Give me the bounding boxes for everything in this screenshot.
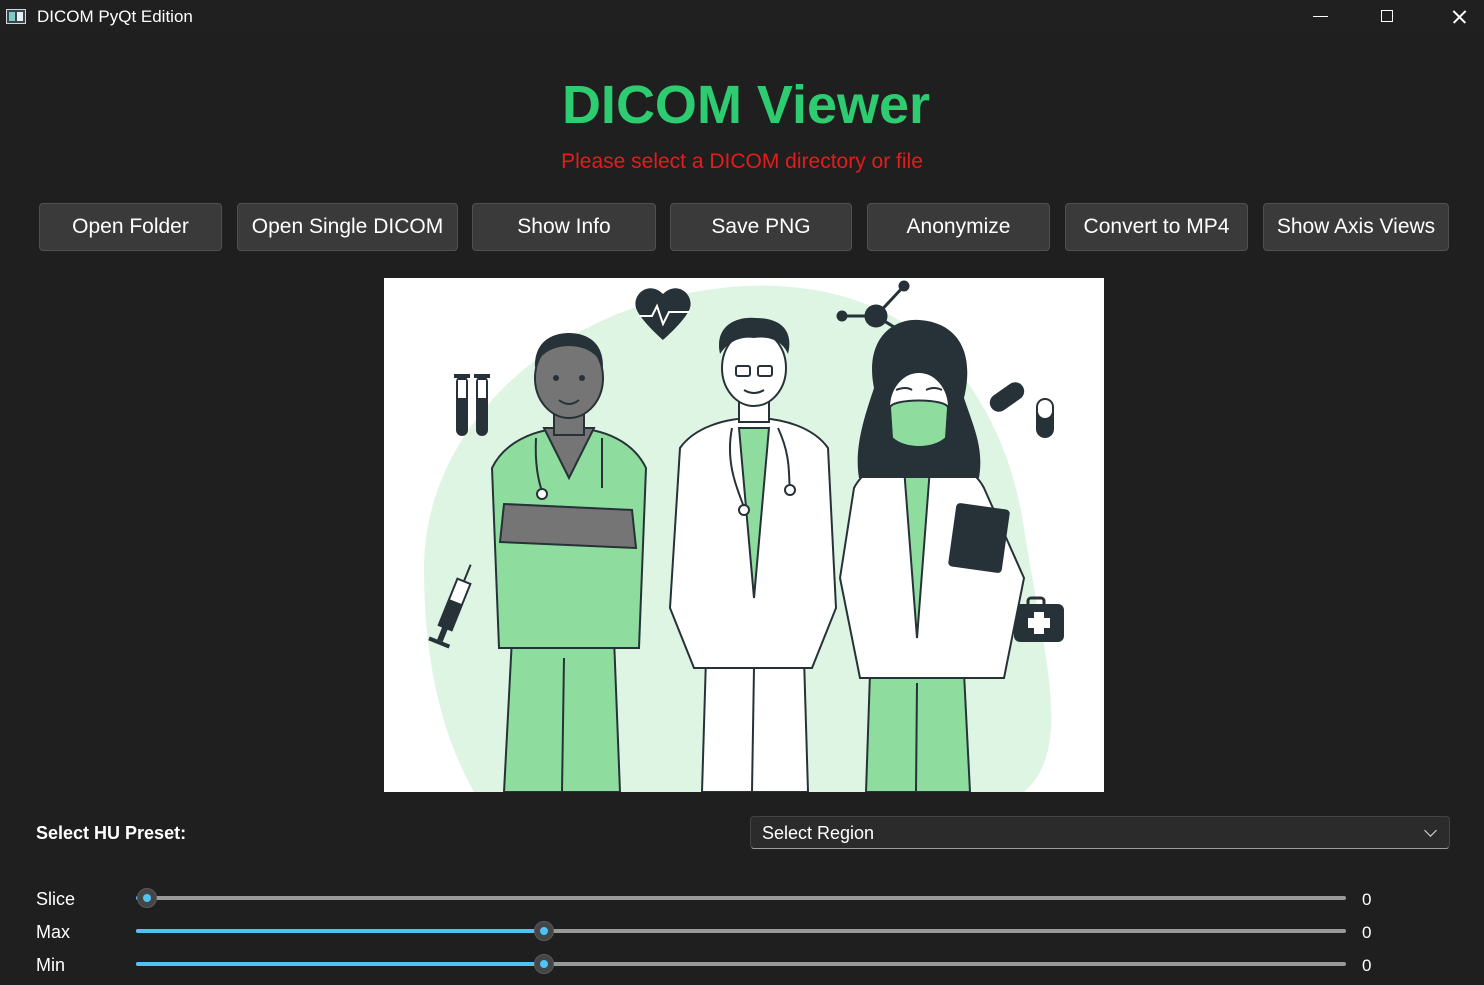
save-png-button[interactable]: Save PNG [670,203,852,251]
min-slider-handle[interactable] [533,954,554,974]
title-bar: DICOM PyQt Edition [0,0,1484,34]
min-slider-fill [136,962,544,966]
max-slider-fill [136,929,544,933]
anonymize-button[interactable]: Anonymize [867,203,1050,251]
open-folder-button[interactable]: Open Folder [39,203,222,251]
medical-staff-illustration [424,280,1064,792]
status-message: Please select a DICOM directory or file [561,150,923,173]
show-info-button[interactable]: Show Info [472,203,656,251]
close-icon[interactable] [1424,0,1484,34]
min-label: Min [36,955,66,975]
first-aid-kit-icon [1014,596,1064,642]
chevron-down-icon [1424,824,1437,837]
slice-value: 0 [1362,890,1372,909]
max-slider[interactable] [136,921,1346,941]
slice-label: Slice [36,889,76,909]
open-single-dicom-button[interactable]: Open Single DICOM [237,203,458,251]
region-dropdown-value: Select Region [762,823,875,843]
hu-preset-label: Select HU Preset: [36,823,187,843]
slice-slider[interactable] [136,888,1346,908]
max-slider-handle[interactable] [533,921,554,941]
minimize-icon[interactable] [1286,0,1354,34]
maximize-icon[interactable] [1354,0,1422,34]
max-value: 0 [1362,923,1372,942]
page-title: DICOM Viewer [561,75,931,135]
pills-icon [989,382,1054,438]
app-icon [6,9,26,24]
main-window: DICOM PyQt Edition DICOM Viewer Please s… [0,0,1484,985]
min-value: 0 [1362,956,1372,975]
image-viewer[interactable] [384,278,1104,792]
slice-slider-handle[interactable] [136,888,157,908]
region-dropdown[interactable]: Select Region [750,816,1450,849]
show-axis-views-button[interactable]: Show Axis Views [1263,203,1449,251]
window-title: DICOM PyQt Edition [37,7,193,26]
max-label: Max [36,922,71,942]
min-slider[interactable] [136,954,1346,974]
convert-to-mp4-button[interactable]: Convert to MP4 [1065,203,1248,251]
